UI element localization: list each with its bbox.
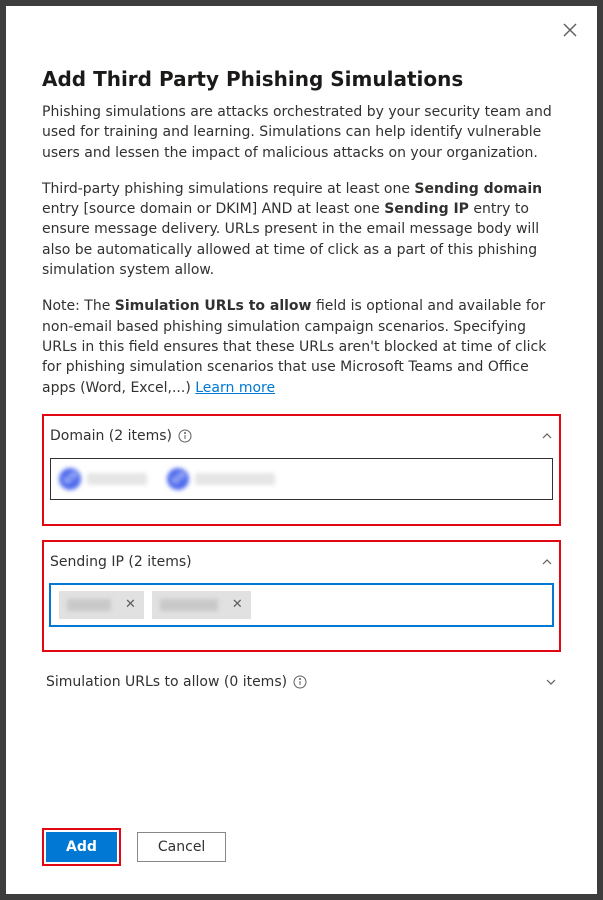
chevron-up-icon[interactable] xyxy=(541,430,553,442)
redacted-ip xyxy=(160,599,218,611)
intro-text: Phishing simulations are attacks orchest… xyxy=(42,102,561,163)
chevron-down-icon[interactable] xyxy=(545,676,557,688)
redacted-ip xyxy=(67,599,111,611)
sending-domain-bold: Sending domain xyxy=(414,181,542,197)
sending-ip-input[interactable]: ✕ ✕ xyxy=(50,584,553,626)
text: Third-party phishing simulations require… xyxy=(42,181,414,197)
dialog-title: Add Third Party Phishing Simulations xyxy=(42,66,561,92)
domain-chip[interactable] xyxy=(59,468,147,490)
sim-urls-section[interactable]: Simulation URLs to allow (0 items) xyxy=(42,666,561,698)
remove-chip-icon[interactable]: ✕ xyxy=(125,597,136,612)
sending-ip-section: Sending IP (2 items) ✕ ✕ xyxy=(42,540,561,652)
learn-more-link[interactable]: Learn more xyxy=(195,380,275,396)
dialog-footer: Add Cancel xyxy=(42,828,226,866)
domain-chip[interactable] xyxy=(167,468,275,490)
sending-ip-label: Sending IP (2 items) xyxy=(50,554,192,570)
redacted-domain xyxy=(195,473,275,485)
redacted-domain xyxy=(87,473,147,485)
text: entry [source domain or DKIM] AND at lea… xyxy=(42,201,384,217)
domain-input[interactable] xyxy=(50,458,553,500)
domain-section: Domain (2 items) xyxy=(42,414,561,526)
note-text: Note: The Simulation URLs to allow field… xyxy=(42,296,561,397)
link-icon xyxy=(167,468,189,490)
ip-chip[interactable]: ✕ xyxy=(59,591,144,619)
chevron-up-icon[interactable] xyxy=(541,556,553,568)
close-button[interactable] xyxy=(563,22,577,41)
cancel-button[interactable]: Cancel xyxy=(137,832,226,862)
add-highlight: Add xyxy=(42,828,121,866)
sim-urls-bold: Simulation URLs to allow xyxy=(115,298,312,314)
domain-header[interactable]: Domain (2 items) xyxy=(48,420,555,458)
info-icon[interactable] xyxy=(178,429,192,443)
requirements-text: Third-party phishing simulations require… xyxy=(42,179,561,280)
link-icon xyxy=(59,468,81,490)
sending-ip-bold: Sending IP xyxy=(384,201,469,217)
ip-chip[interactable]: ✕ xyxy=(152,591,251,619)
domain-label: Domain (2 items) xyxy=(50,428,172,444)
text: Note: The xyxy=(42,298,115,314)
remove-chip-icon[interactable]: ✕ xyxy=(232,597,243,612)
info-icon[interactable] xyxy=(293,675,307,689)
sending-ip-header[interactable]: Sending IP (2 items) xyxy=(48,546,555,584)
add-button[interactable]: Add xyxy=(46,832,117,862)
sim-urls-label: Simulation URLs to allow (0 items) xyxy=(46,674,287,690)
dialog-panel: Add Third Party Phishing Simulations Phi… xyxy=(6,6,597,894)
